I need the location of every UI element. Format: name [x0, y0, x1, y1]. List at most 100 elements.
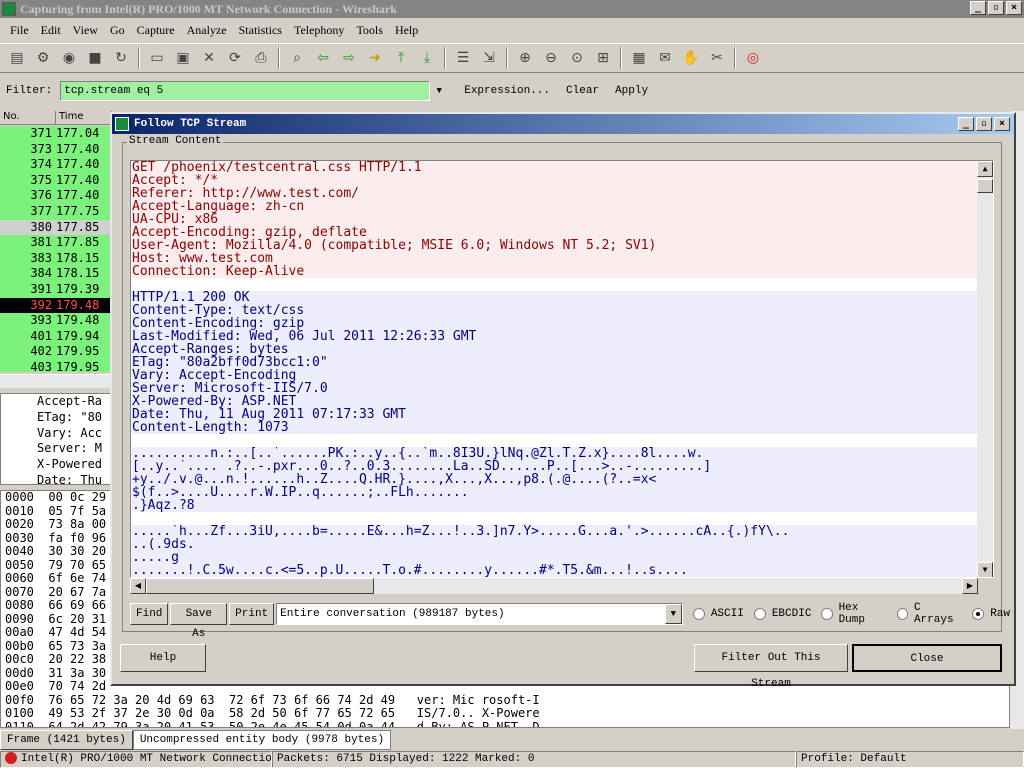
zoom-in-icon[interactable]: ⊕	[513, 46, 537, 70]
detail-line[interactable]: Accept-Ra	[1, 394, 111, 410]
format-radio-hex-dump[interactable]: Hex Dump	[821, 602, 886, 626]
stream-hscrollbar[interactable]: ◀ ▶	[130, 578, 978, 594]
packet-row[interactable]: 402 179.95	[0, 344, 112, 360]
packet-row[interactable]: 375 177.40	[0, 172, 112, 189]
colorize-icon[interactable]: ☰	[451, 46, 475, 70]
radio-dot-icon[interactable]	[896, 608, 908, 620]
packet-row[interactable]: 373 177.40	[0, 141, 112, 158]
menu-view[interactable]: View	[67, 20, 104, 40]
help-icon[interactable]: ◎	[741, 46, 765, 70]
scroll-left-icon[interactable]: ◀	[130, 578, 146, 594]
packet-list-hscrollbar[interactable]	[0, 374, 112, 388]
capture-filters-icon[interactable]: ▦	[627, 46, 651, 70]
dialog-close-window-button[interactable]: ×	[994, 117, 1010, 131]
stream-vscrollbar[interactable]: ▲ ▼	[977, 161, 993, 577]
radio-dot-icon[interactable]	[821, 608, 833, 620]
packet-row[interactable]: 371 177.04	[0, 126, 112, 142]
display-filters-icon[interactable]: ✉	[653, 46, 677, 70]
maximize-button[interactable]: ▫	[988, 1, 1004, 15]
packet-row[interactable]: 384 178.15	[0, 266, 112, 282]
scroll-right-icon[interactable]: ▶	[962, 578, 978, 594]
menu-capture[interactable]: Capture	[131, 20, 181, 40]
packet-row[interactable]: 391 179.39	[0, 281, 112, 298]
dialog-maximize-button[interactable]: ▫	[976, 117, 992, 131]
resize-columns-icon[interactable]: ⊞	[591, 46, 615, 70]
stop-capture-icon[interactable]: ■	[83, 46, 107, 70]
scroll-down-icon[interactable]: ▼	[977, 562, 993, 577]
interfaces-icon[interactable]: ▤	[5, 46, 29, 70]
scroll-up-icon[interactable]: ▲	[977, 161, 993, 177]
menu-file[interactable]: File	[4, 20, 35, 40]
open-file-icon[interactable]: ▭	[145, 46, 169, 70]
conversation-select[interactable]: Entire conversation (989187 bytes) ▼	[276, 603, 683, 625]
detail-line[interactable]: Server: M	[1, 441, 111, 457]
hex-row[interactable]: 0100 49 53 2f 37 2e 30 0d 0a 58 2d 50 6f…	[1, 706, 1009, 721]
tab-uncompressed-entity[interactable]: Uncompressed entity body (9978 bytes)	[132, 730, 392, 750]
radio-dot-icon[interactable]	[753, 608, 766, 620]
status-interface[interactable]: Intel(R) PRO/1000 MT Network Connectio..…	[0, 751, 272, 768]
filter-out-stream-button[interactable]: Filter Out This Stream	[694, 644, 848, 690]
radio-dot-icon[interactable]	[692, 608, 705, 620]
menu-statistics[interactable]: Statistics	[233, 20, 288, 40]
packet-row[interactable]: 392 179.48	[0, 297, 112, 314]
zoom-normal-icon[interactable]: ⊙	[565, 46, 589, 70]
menu-go[interactable]: Go	[104, 20, 131, 40]
status-profile[interactable]: Profile: Default	[796, 751, 1024, 768]
stream-text-body[interactable]: GET /phoenix/testcentral.css HTTP/1.1 Acc…	[132, 161, 977, 577]
go-back-icon[interactable]: ⇦	[311, 46, 335, 70]
print-icon[interactable]: ⎙	[249, 46, 273, 70]
hex-row[interactable]: 00f0 76 65 72 3a 20 4d 69 63 72 6f 73 6f…	[1, 693, 1009, 708]
detail-line[interactable]: X-Powered	[1, 457, 111, 473]
stream-content-text[interactable]: GET /phoenix/testcentral.css HTTP/1.1 Acc…	[130, 160, 994, 578]
detail-line[interactable]: Date: Thu	[1, 473, 111, 484]
column-header-no[interactable]: No.	[0, 111, 56, 124]
display-filter-input[interactable]: tcp.stream eq 5	[60, 81, 431, 101]
tab-frame[interactable]: Frame (1421 bytes)	[0, 730, 133, 750]
menu-edit[interactable]: Edit	[35, 20, 67, 40]
restart-capture-icon[interactable]: ↻	[109, 46, 133, 70]
format-radio-raw[interactable]: Raw	[972, 602, 1010, 626]
packet-row[interactable]: 393 179.48	[0, 313, 112, 329]
start-capture-icon[interactable]: ◉	[57, 46, 81, 70]
preferences-icon[interactable]: ✂	[705, 46, 729, 70]
packet-row[interactable]: 376 177.40	[0, 188, 112, 204]
hscroll-thumb[interactable]	[146, 578, 374, 594]
scroll-thumb[interactable]	[977, 179, 993, 193]
packet-row[interactable]: 383 178.15	[0, 250, 112, 267]
apply-button[interactable]: Apply	[615, 85, 648, 97]
save-as-button[interactable]: Save As	[170, 603, 228, 640]
menu-tools[interactable]: Tools	[350, 20, 389, 40]
reload-icon[interactable]: ⟳	[223, 46, 247, 70]
packet-list[interactable]: 371 177.04 373 177.40 374 177.40 375 177.40 376 1…	[0, 126, 112, 372]
menu-analyze[interactable]: Analyze	[181, 20, 233, 40]
packet-row[interactable]: 401 179.94	[0, 328, 112, 345]
find-packet-icon[interactable]: ⌕	[285, 46, 309, 70]
radio-dot-icon[interactable]	[972, 608, 985, 620]
expression-button[interactable]: Expression...	[464, 85, 550, 97]
clear-button[interactable]: Clear	[566, 85, 599, 97]
menu-telephony[interactable]: Telephony	[288, 20, 350, 40]
format-radio-ebcdic[interactable]: EBCDIC	[753, 602, 811, 626]
format-radio-ascii[interactable]: ASCII	[692, 602, 744, 626]
close-button[interactable]: Close	[852, 644, 1002, 672]
help-button[interactable]: Help	[120, 644, 206, 672]
coloring-rules-icon[interactable]: ✋	[679, 46, 703, 70]
packet-row[interactable]: 374 177.40	[0, 157, 112, 173]
column-header-time[interactable]: Time	[56, 111, 112, 124]
filter-dropdown-icon[interactable]: ▼	[430, 81, 448, 101]
find-button[interactable]: Find	[130, 603, 169, 625]
go-last-icon[interactable]: ⤓	[415, 46, 439, 70]
format-radio-c-arrays[interactable]: C Arrays	[896, 602, 962, 626]
close-file-icon[interactable]: ✕	[197, 46, 221, 70]
minimize-button[interactable]: _	[970, 1, 986, 15]
go-forward-icon[interactable]: ⇨	[337, 46, 361, 70]
save-file-icon[interactable]: ▣	[171, 46, 195, 70]
hex-row[interactable]: 0110 64 2d 42 79 3a 20 41 53 50 2e 4e 45…	[1, 720, 1009, 727]
detail-line[interactable]: ETag: "80	[1, 410, 111, 426]
dialog-minimize-button[interactable]: _	[958, 117, 974, 131]
zoom-out-icon[interactable]: ⊖	[539, 46, 563, 70]
capture-options-icon[interactable]: ⚙	[31, 46, 55, 70]
go-first-icon[interactable]: ⤒	[389, 46, 413, 70]
close-window-button[interactable]: ×	[1006, 1, 1022, 15]
menu-help[interactable]: Help	[389, 20, 424, 40]
